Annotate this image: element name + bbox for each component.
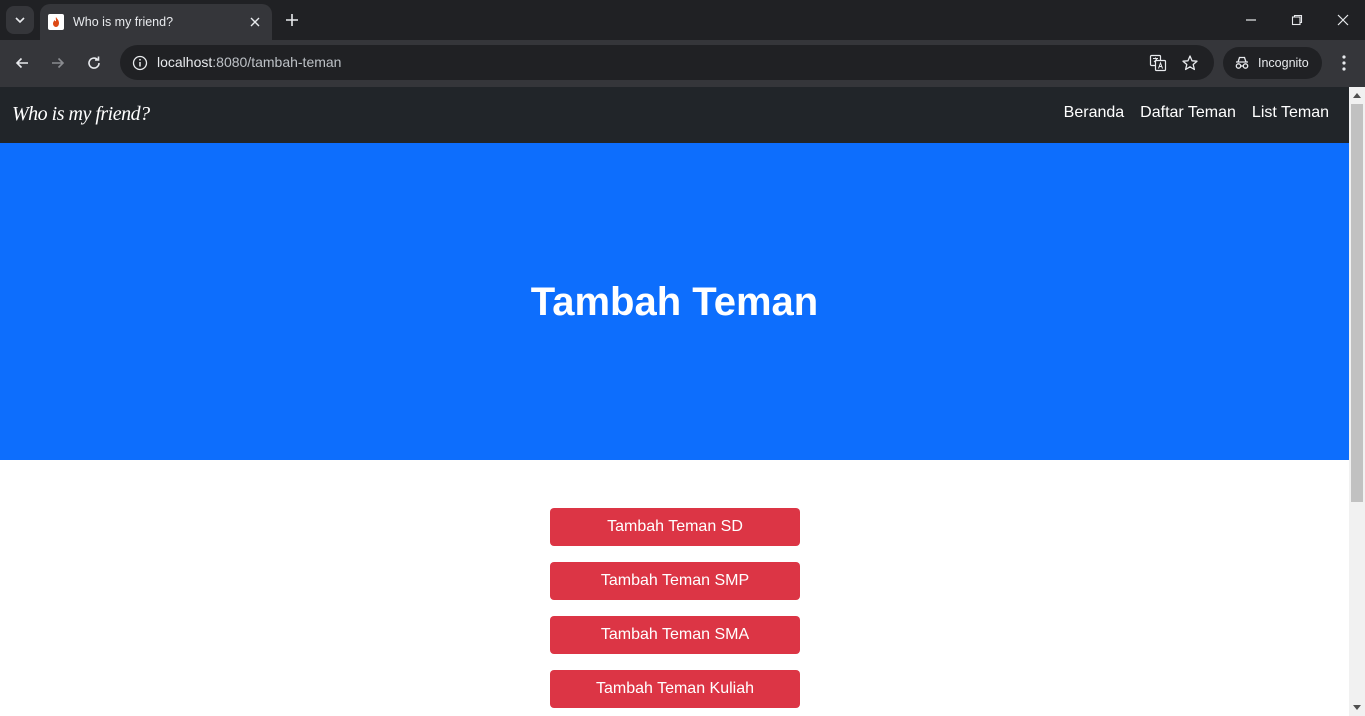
plus-icon [286, 14, 298, 26]
minimize-button[interactable] [1239, 8, 1263, 32]
tab-title: Who is my friend? [73, 15, 174, 29]
browser-tab-strip: Who is my friend? [0, 0, 1365, 40]
nav-link-list-teman[interactable]: List Teman [1252, 104, 1329, 122]
incognito-badge[interactable]: Incognito [1223, 47, 1322, 79]
window-close-button[interactable] [1331, 8, 1355, 32]
incognito-label: Incognito [1258, 56, 1309, 70]
reload-icon [88, 56, 100, 69]
incognito-icon [1235, 56, 1249, 69]
url-path: :8080/tambah-teman [212, 54, 342, 70]
scroll-down-arrow-icon[interactable] [1349, 700, 1365, 716]
add-friend-kuliah-button[interactable]: Tambah Teman Kuliah [550, 670, 800, 708]
site-nav-links: Beranda Daftar Teman List Teman [1064, 104, 1329, 122]
bookmark-star-icon[interactable] [1178, 51, 1202, 75]
arrow-left-icon [15, 57, 28, 69]
add-friend-sd-button[interactable]: Tambah Teman SD [550, 508, 800, 546]
new-tab-button[interactable] [281, 9, 303, 31]
back-button[interactable] [10, 51, 34, 75]
address-bar[interactable]: localhost:8080/tambah-teman [120, 45, 1214, 80]
close-icon [250, 17, 260, 27]
tab-close-button[interactable] [246, 13, 264, 31]
url-text[interactable]: localhost:8080/tambah-teman [157, 54, 341, 70]
minimize-icon [1246, 19, 1256, 21]
site-brand[interactable]: Who is my friend? [12, 103, 150, 126]
page-viewport: Who is my friend? Beranda Daftar Teman L… [0, 87, 1349, 716]
add-friend-button-group: Tambah Teman SD Tambah Teman SMP Tambah … [550, 508, 800, 708]
scrollbar-thumb[interactable] [1351, 104, 1363, 502]
scroll-up-arrow-icon[interactable] [1349, 87, 1365, 103]
chevron-down-icon [15, 17, 25, 24]
reload-button[interactable] [82, 51, 106, 75]
tab-search-button[interactable] [6, 6, 34, 34]
forward-button[interactable] [46, 51, 70, 75]
arrow-right-icon [52, 57, 65, 69]
restore-icon [1291, 14, 1303, 26]
browser-toolbar: localhost:8080/tambah-teman Incognito [0, 40, 1365, 87]
close-icon [1337, 14, 1349, 26]
browser-menu-button[interactable] [1333, 51, 1355, 75]
nav-link-beranda[interactable]: Beranda [1064, 104, 1125, 122]
browser-tab-active[interactable]: Who is my friend? [40, 4, 272, 40]
page-scrollbar[interactable] [1349, 87, 1365, 716]
add-friend-sma-button[interactable]: Tambah Teman SMA [550, 616, 800, 654]
more-vertical-icon [1342, 55, 1346, 71]
hero-banner: Tambah Teman [0, 143, 1349, 460]
page-title: Tambah Teman [530, 280, 819, 324]
add-friend-smp-button[interactable]: Tambah Teman SMP [550, 562, 800, 600]
restore-button[interactable] [1285, 8, 1309, 32]
translate-icon[interactable] [1146, 51, 1170, 75]
url-host: localhost [157, 54, 213, 70]
flame-icon [48, 14, 64, 30]
site-navbar: Who is my friend? Beranda Daftar Teman L… [0, 87, 1349, 143]
site-info-icon[interactable] [128, 51, 152, 75]
nav-link-daftar-teman[interactable]: Daftar Teman [1140, 104, 1236, 122]
